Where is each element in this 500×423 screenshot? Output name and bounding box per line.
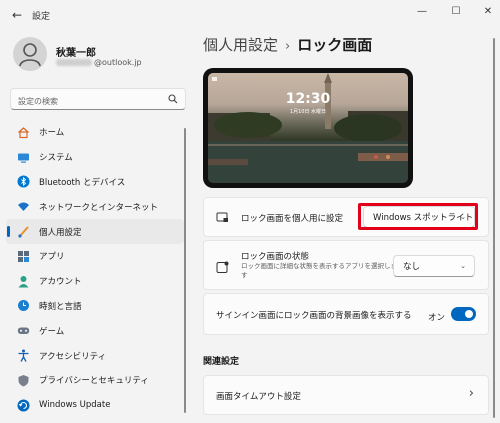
home-icon — [17, 126, 30, 139]
sidebar-item-label: 個人用設定 — [39, 227, 82, 238]
sidebar-scrollbar[interactable] — [184, 128, 186, 413]
setting-title: ロック画面の状態 — [241, 252, 310, 262]
sidebar-item-label: アプリ — [39, 252, 65, 263]
email-redacted — [56, 59, 92, 66]
sidebar-item-label: 時刻と言語 — [39, 301, 82, 312]
setting-card-signin-background: サインイン画面にロック画面の背景画像を表示する — [203, 293, 489, 335]
sidebar-item-label: プライバシーとセキュリティ — [39, 376, 149, 387]
sidebar-item-label: ゲーム — [39, 326, 65, 337]
setting-card-status: ロック画面の状態 ロック画面に詳細な状態を表示するアプリを選択します なし ⌄ — [203, 240, 489, 290]
sidebar-item-label: システム — [39, 153, 73, 164]
search-box[interactable] — [10, 88, 186, 112]
lock-screen-preview: 12:30 1月10日 水曜日 — [203, 68, 413, 188]
shield-icon — [17, 374, 30, 387]
chevron-down-icon: ⌄ — [460, 262, 466, 270]
sidebar-nav: ホーム システム Bluetooth とデバイス ネットワークとインターネット … — [6, 120, 184, 418]
brush-icon — [17, 225, 30, 238]
sidebar-item-time-language[interactable]: 時刻と言語 — [6, 294, 184, 319]
sidebar-item-privacy[interactable]: プライバシーとセキュリティ — [6, 368, 184, 393]
sidebar-item-label: Bluetooth とデバイス — [39, 177, 126, 188]
main-scrollbar[interactable] — [493, 38, 495, 418]
sidebar-item-apps[interactable]: アプリ — [6, 244, 184, 269]
app-title: 設定 — [32, 12, 51, 22]
system-icon — [17, 151, 30, 164]
sidebar-item-accounts[interactable]: アカウント — [6, 269, 184, 294]
sidebar-item-system[interactable]: システム — [6, 145, 184, 170]
breadcrumb: 個人用設定 › ロック画面 — [203, 34, 372, 55]
toggle-state-label: オン — [428, 313, 446, 323]
sidebar-item-network[interactable]: ネットワークとインターネット — [6, 194, 184, 219]
breadcrumb-parent[interactable]: 個人用設定 — [203, 36, 278, 54]
search-input[interactable] — [11, 91, 161, 112]
avatar[interactable] — [13, 37, 47, 71]
preview-date: 1月10日 水曜日 — [289, 109, 327, 115]
breadcrumb-separator-icon: › — [285, 39, 291, 54]
preview-time: 12:30 — [285, 91, 331, 107]
annotation-highlight-box — [358, 203, 478, 230]
related-item-label: 画面タイムアウト設定 — [216, 392, 301, 402]
sidebar-item-bluetooth[interactable]: Bluetooth とデバイス — [6, 170, 184, 195]
user-email: @outlook.jp — [56, 58, 142, 67]
title-bar: ← 設定 — ☐ ✕ — [0, 0, 500, 30]
sidebar-item-gaming[interactable]: ゲーム — [6, 318, 184, 343]
sidebar-item-personalization[interactable]: 個人用設定 — [6, 219, 184, 244]
user-email-suffix: @outlook.jp — [94, 58, 142, 67]
dropdown-value: なし — [403, 262, 421, 272]
sidebar-item-label: アクセシビリティ — [39, 351, 107, 362]
sidebar-item-label: ネットワークとインターネット — [39, 202, 159, 213]
sidebar-item-home[interactable]: ホーム — [6, 120, 184, 145]
accessibility-icon — [17, 349, 30, 362]
page-title: ロック画面 — [297, 36, 373, 54]
maximize-icon[interactable]: ☐ — [446, 4, 466, 20]
bluetooth-icon — [17, 175, 30, 188]
signin-background-toggle[interactable] — [451, 307, 476, 321]
sidebar-item-label: アカウント — [39, 277, 82, 288]
lock-screen-status-dropdown[interactable]: なし ⌄ — [393, 255, 475, 277]
setting-description: ロック画面に詳細な状態を表示するアプリを選択します — [241, 262, 397, 279]
related-item-screen-timeout[interactable]: 画面タイムアウト設定 › — [203, 375, 489, 415]
clock-icon — [17, 299, 30, 312]
person-icon — [19, 43, 41, 67]
preview-screen: 12:30 1月10日 水曜日 — [208, 73, 408, 183]
related-settings-heading: 関連設定 — [203, 357, 240, 367]
close-icon[interactable]: ✕ — [478, 4, 498, 20]
sidebar-item-accessibility[interactable]: アクセシビリティ — [6, 343, 184, 368]
sidebar-item-windows-update[interactable]: Windows Update — [6, 393, 184, 418]
toggle-knob — [465, 310, 473, 318]
setting-title: サインイン画面にロック画面の背景画像を表示する — [216, 311, 412, 321]
back-arrow-icon[interactable]: ← — [8, 7, 26, 23]
apps-icon — [17, 250, 30, 263]
chevron-right-icon: › — [468, 386, 474, 401]
sidebar-item-label: Windows Update — [39, 400, 111, 411]
minimize-icon[interactable]: — — [412, 4, 432, 20]
wifi-icon — [17, 200, 30, 213]
account-icon — [17, 275, 30, 288]
status-icon — [216, 261, 229, 273]
update-icon — [17, 399, 30, 412]
setting-title: ロック画面を個人用に設定 — [241, 214, 344, 224]
sidebar-item-label: ホーム — [39, 128, 65, 139]
monitor-lock-icon — [216, 212, 228, 222]
user-name: 秋葉一郎 — [56, 48, 96, 59]
canal-city-image — [208, 73, 408, 183]
search-icon[interactable] — [168, 94, 178, 104]
gamepad-icon — [17, 324, 30, 337]
